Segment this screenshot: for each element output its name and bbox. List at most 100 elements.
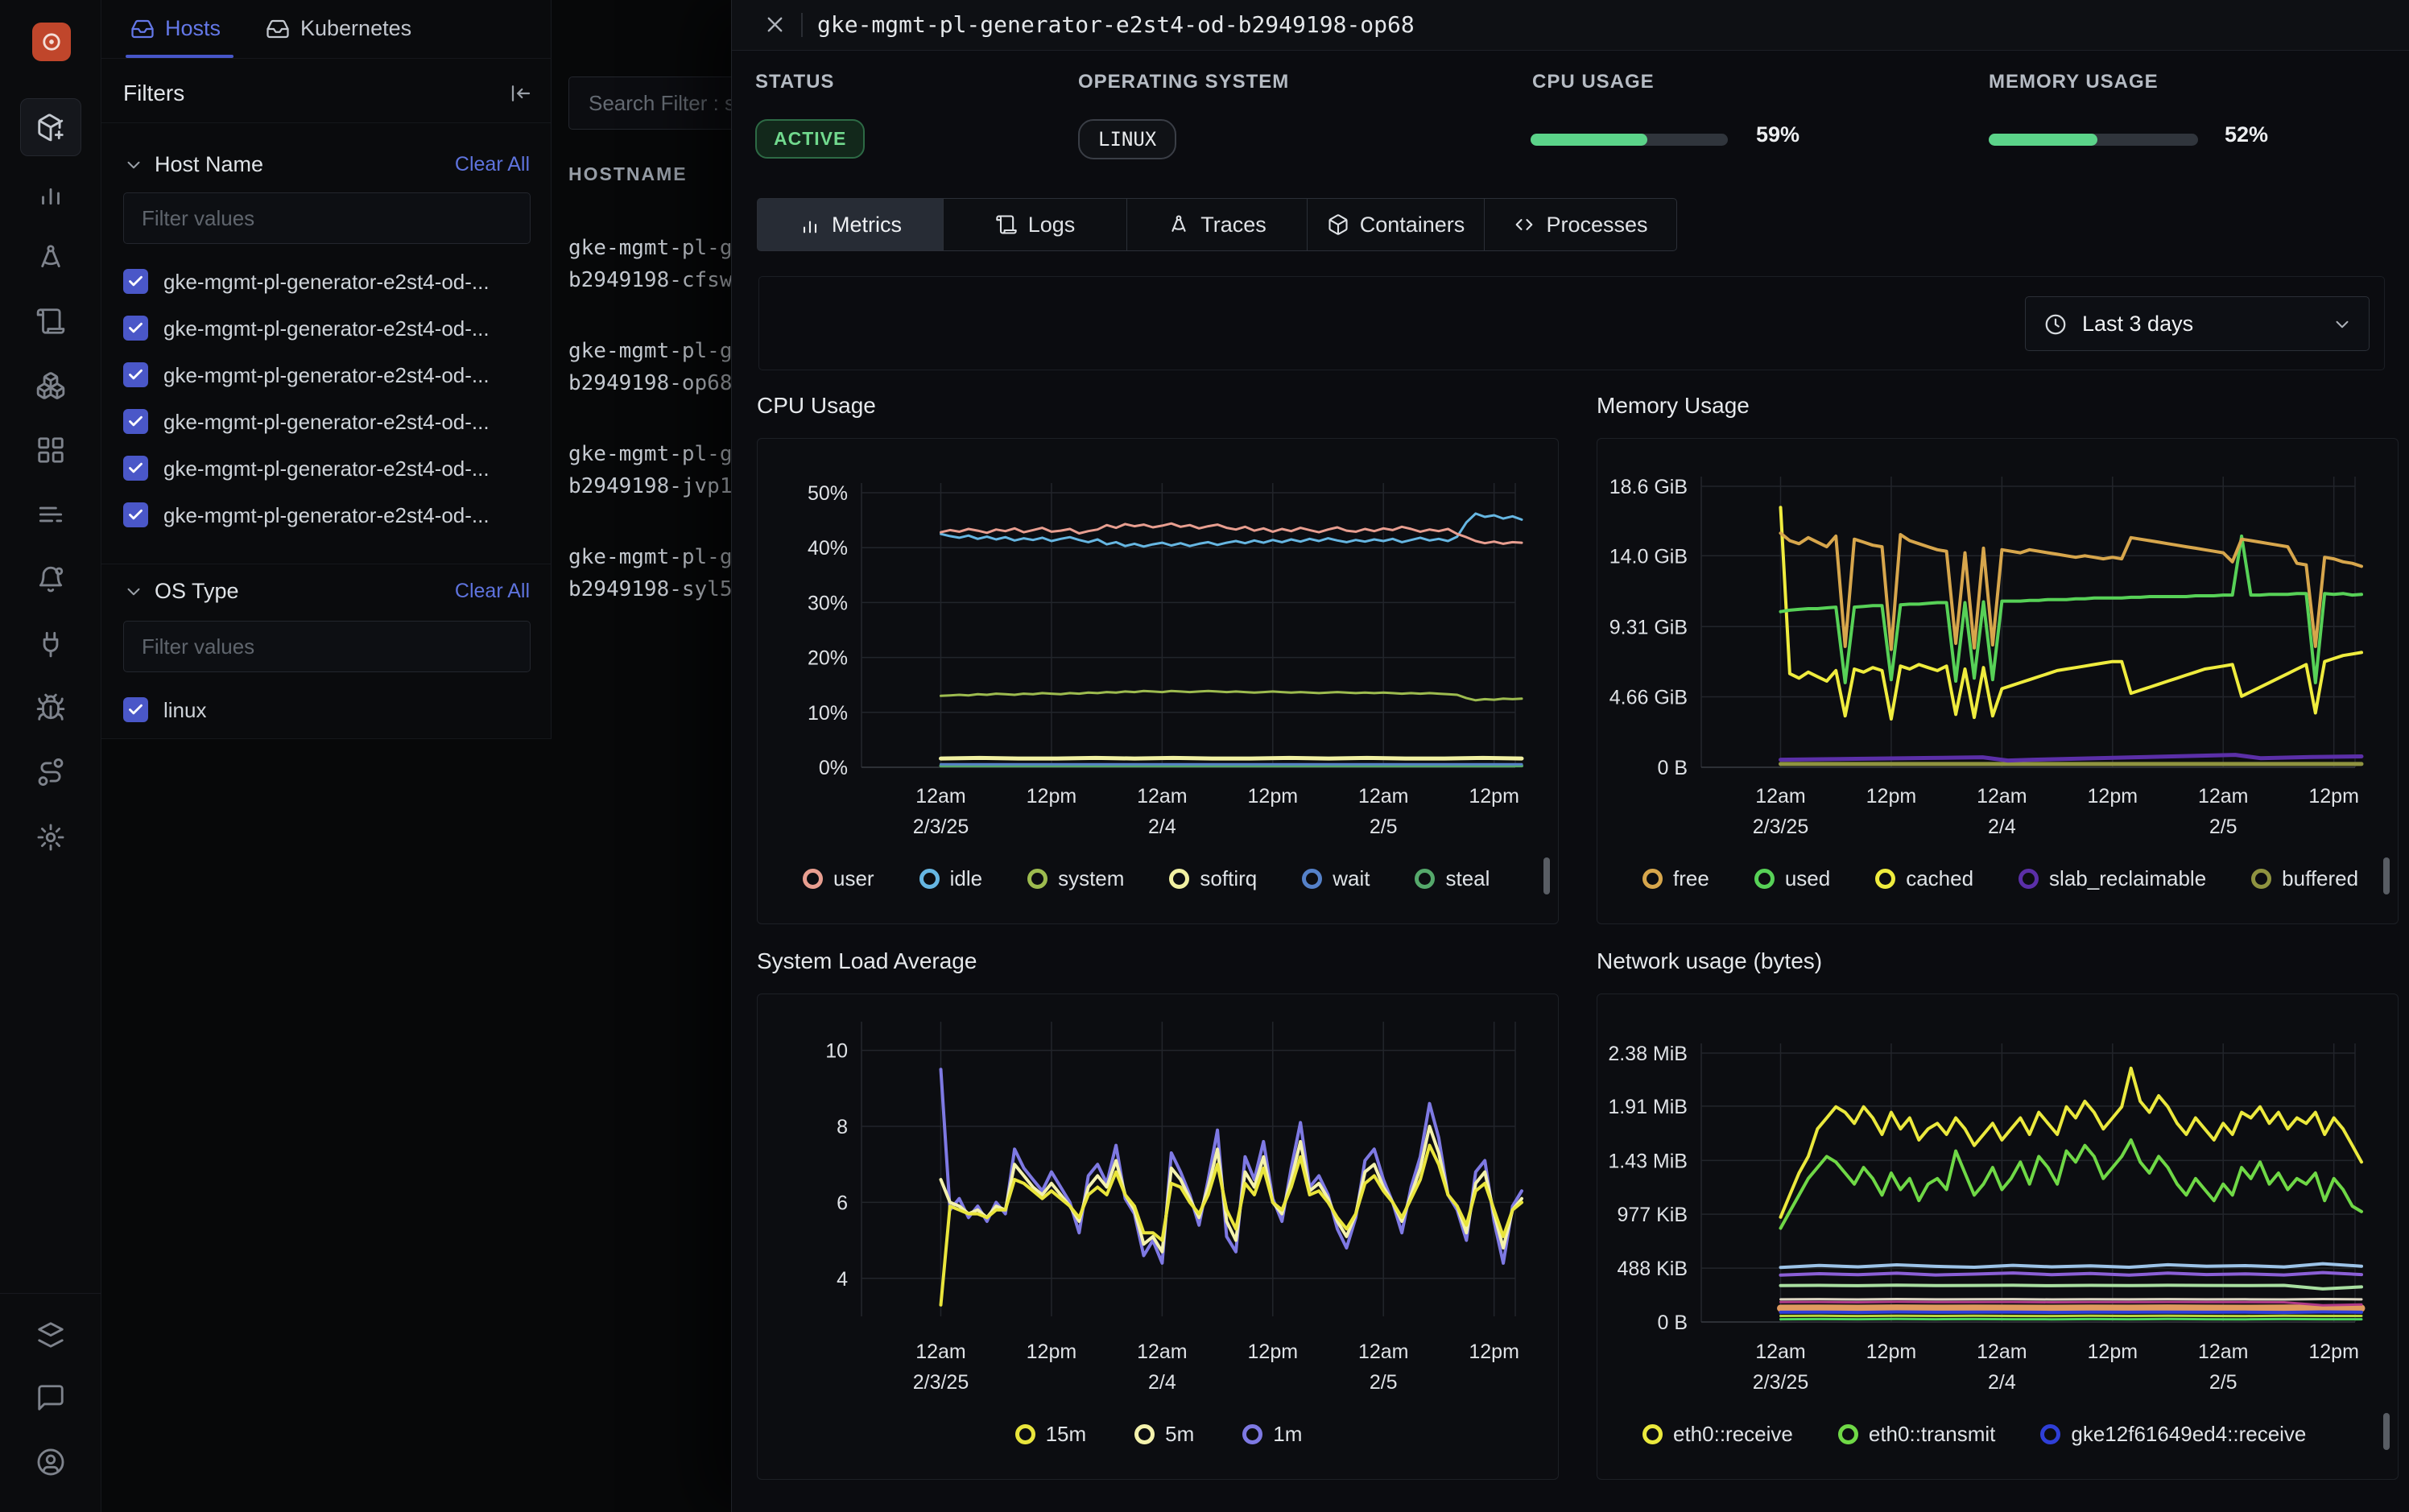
svg-text:2/3/25: 2/3/25 (913, 1371, 969, 1394)
tab-hosts-label: Hosts (165, 16, 221, 41)
close-icon[interactable] (762, 12, 787, 37)
bar-chart-icon (799, 213, 821, 236)
checkbox-checked[interactable] (123, 362, 148, 387)
cpu-legend-item-idle[interactable]: idle (919, 866, 982, 891)
sidebar-item-drafting-compass[interactable] (20, 229, 81, 287)
drawer-tab-traces[interactable]: Traces (1126, 198, 1308, 251)
app-root: Hosts Kubernetes Filters Host Name Clear… (0, 0, 2409, 1512)
host-name-option-label[interactable]: gke-mgmt-pl-generator-e2st4-od-... (163, 266, 490, 298)
host-name-option-label[interactable]: gke-mgmt-pl-generator-e2st4-od-... (163, 452, 490, 485)
hostname-cell[interactable]: gke-mgmt-pl-gb2949198-jvp1 (568, 438, 731, 502)
svg-text:12am: 12am (1137, 785, 1188, 808)
network-legend-item-eth0::receive[interactable]: eth0::receive (1642, 1422, 1793, 1447)
checkbox-checked[interactable] (123, 409, 148, 434)
memory-legend-item-slab_reclaimable[interactable]: slab_reclaimable (2019, 866, 2206, 891)
svg-text:12pm: 12pm (2308, 785, 2359, 808)
network-chart-plot[interactable]: 0 B488 KiB977 KiB1.43 MiB1.91 MiB2.38 Mi… (1597, 994, 2399, 1397)
load-legend-item-15m[interactable]: 15m (1015, 1422, 1087, 1447)
search-filter-placeholder: Search Filter : s (589, 77, 731, 129)
memory-chart-plot[interactable]: 0 B4.66 GiB9.31 GiB14.0 GiB18.6 GiB12am2… (1597, 439, 2399, 841)
svg-text:12pm: 12pm (1027, 785, 1077, 808)
host-name-option-label[interactable]: gke-mgmt-pl-generator-e2st4-od-... (163, 499, 490, 531)
legend-ring-icon (1169, 869, 1189, 889)
os-type-title: OS Type (155, 573, 239, 609)
sidebar-item-bug[interactable] (20, 679, 81, 737)
svg-text:2/5: 2/5 (2209, 1371, 2238, 1394)
cpu-legend-item-softirq[interactable]: softirq (1169, 866, 1257, 891)
time-range-select[interactable]: Last 3 days (2025, 296, 2370, 351)
drafting-compass-icon (35, 242, 66, 273)
checkbox-checked[interactable] (123, 269, 148, 294)
package-plus-icon (35, 112, 66, 143)
svg-text:488 KiB: 488 KiB (1617, 1258, 1688, 1280)
sidebar-item-plug[interactable] (20, 614, 81, 672)
cpu-chart-plot[interactable]: 0%10%20%30%40%50%12am2/3/2512pm12am2/412… (758, 439, 1560, 841)
load-chart-card: 4681012am2/3/2512pm12am2/412pm12am2/512p… (757, 994, 1559, 1480)
cpu-legend-item-system[interactable]: system (1027, 866, 1124, 891)
signoz-logo-icon[interactable] (32, 23, 71, 61)
legend-ring-icon (1302, 869, 1322, 889)
sidebar-item-scroll[interactable] (20, 292, 81, 350)
legend-scrollbar[interactable] (2383, 1413, 2390, 1450)
memory-legend-item-cached[interactable]: cached (1875, 866, 1973, 891)
host-name-option-label[interactable]: gke-mgmt-pl-generator-e2st4-od-... (163, 359, 490, 391)
checkbox-checked[interactable] (123, 456, 148, 481)
cpu-legend-item-user[interactable]: user (803, 866, 874, 891)
network-legend-item-eth0::transmit[interactable]: eth0::transmit (1838, 1422, 1996, 1447)
sidebar-item-list-lines[interactable] (20, 485, 81, 543)
sidebar-item-route[interactable] (20, 743, 81, 801)
os-type-filter-placeholder: Filter values (142, 622, 254, 671)
sidebar-item-bell[interactable] (20, 550, 81, 608)
tab-kubernetes[interactable]: Kubernetes (266, 0, 411, 57)
legend-ring-icon (2251, 869, 2271, 889)
host-name-option-row: gke-mgmt-pl-generator-e2st4-od-... (101, 406, 551, 438)
network-legend-item-gke12f61649ed4::receive[interactable]: gke12f61649ed4::receive (2040, 1422, 2306, 1447)
sidebar-item-layers[interactable] (20, 1306, 81, 1364)
sidebar-item-message-square[interactable] (20, 1369, 81, 1427)
layout-grid-icon (35, 435, 66, 465)
checkbox-checked[interactable] (123, 502, 148, 527)
legend-scrollbar[interactable] (2383, 857, 2390, 894)
host-name-filter-input[interactable]: Filter values (123, 192, 531, 244)
cpu-legend-item-wait[interactable]: wait (1302, 866, 1370, 891)
host-name-option-label[interactable]: gke-mgmt-pl-generator-e2st4-od-... (163, 406, 490, 438)
drawer-tab-metrics[interactable]: Metrics (757, 198, 944, 251)
sidebar-item-layout-grid[interactable] (20, 421, 81, 479)
checkbox-checked[interactable] (123, 697, 148, 722)
sidebar-item-gear[interactable] (20, 808, 81, 866)
sidebar-item-bar-chart[interactable] (20, 164, 81, 222)
cpu-legend-item-steal[interactable]: steal (1415, 866, 1490, 891)
memory-legend-item-buffered[interactable]: buffered (2251, 866, 2358, 891)
chevron-down-icon[interactable] (123, 581, 144, 602)
legend-scrollbar[interactable] (1543, 857, 1550, 894)
load-legend-item-1m[interactable]: 1m (1242, 1422, 1302, 1447)
sidebar-item-boxes[interactable] (20, 357, 81, 415)
drawer-tab-logs[interactable]: Logs (943, 198, 1127, 251)
memory-usage-bar (1989, 134, 2198, 146)
sidebar-item-package-plus[interactable] (20, 98, 81, 156)
host-name-clear-all[interactable]: Clear All (455, 147, 530, 182)
hostname-cell[interactable]: gke-mgmt-pl-gb2949198-syl5 (568, 541, 731, 605)
svg-text:1.91 MiB: 1.91 MiB (1608, 1096, 1688, 1118)
os-type-filter-input[interactable]: Filter values (123, 621, 531, 672)
load-legend-item-5m[interactable]: 5m (1134, 1422, 1194, 1447)
panel-collapse-icon[interactable] (509, 81, 533, 105)
os-type-clear-all[interactable]: Clear All (455, 573, 530, 609)
load-chart-plot[interactable]: 4681012am2/3/2512pm12am2/412pm12am2/512p… (758, 994, 1560, 1397)
checkbox-checked[interactable] (123, 316, 148, 341)
sidebar-item-user-circle[interactable] (20, 1433, 81, 1491)
drawer-tab-processes[interactable]: Processes (1484, 198, 1677, 251)
memory-legend-item-used[interactable]: used (1754, 866, 1830, 891)
memory-legend-item-free[interactable]: free (1642, 866, 1709, 891)
hostname-cell[interactable]: gke-mgmt-pl-gb2949198-cfsw (568, 232, 731, 296)
cpu-chart-card: 0%10%20%30%40%50%12am2/3/2512pm12am2/412… (757, 438, 1559, 924)
host-name-option-row: gke-mgmt-pl-generator-e2st4-od-... (101, 359, 551, 391)
os-type-option-label[interactable]: linux (163, 694, 206, 726)
tab-hosts[interactable]: Hosts (130, 0, 221, 57)
host-name-option-label[interactable]: gke-mgmt-pl-generator-e2st4-od-... (163, 312, 490, 345)
drawer-tab-containers[interactable]: Containers (1307, 198, 1485, 251)
chevron-down-icon[interactable] (123, 155, 144, 176)
search-filter-input[interactable]: Search Filter : s (568, 76, 731, 130)
host-name-option-row: gke-mgmt-pl-generator-e2st4-od-... (101, 266, 551, 298)
hostname-cell[interactable]: gke-mgmt-pl-gb2949198-op68 (568, 335, 731, 399)
